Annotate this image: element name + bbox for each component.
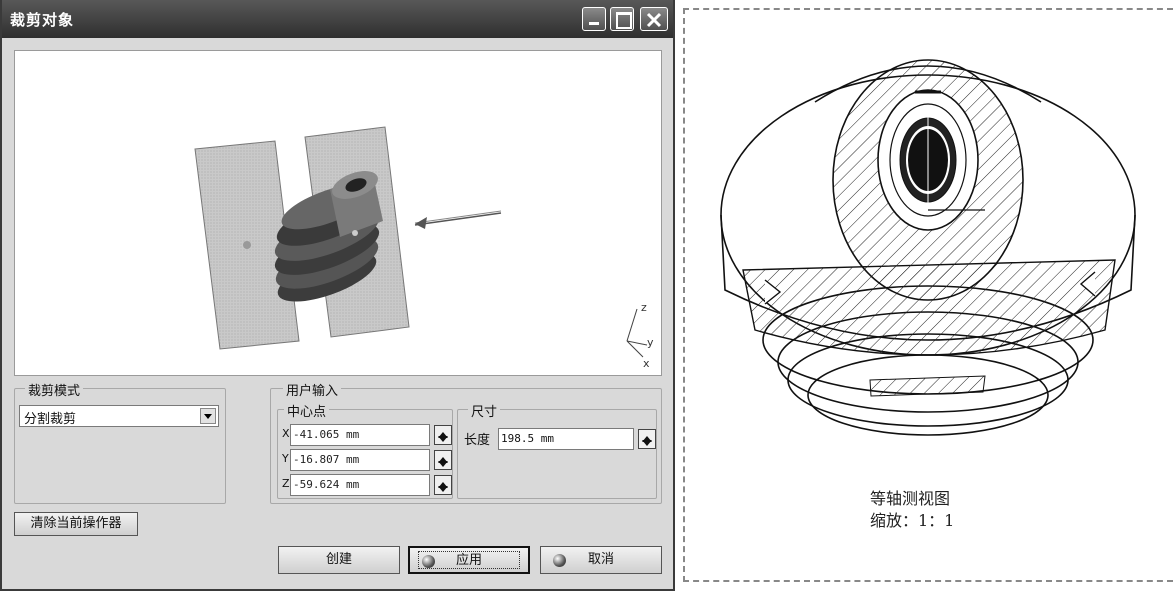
center-point-group: 中心点 X -41.065 mm Y -16.807 mm Z -59.624 … [277, 401, 454, 499]
minimize-button[interactable] [582, 7, 606, 31]
trim-object-dialog: 裁剪对象 z y x 裁剪模式 分割裁剪 用户输入 中心点 X -41.065 … [0, 0, 675, 591]
center-z-input[interactable]: -59.624 mm [290, 474, 430, 496]
cancel-button[interactable]: 取消 [540, 546, 662, 574]
close-button[interactable] [640, 7, 668, 31]
dialog-title: 裁剪对象 [10, 11, 75, 29]
center-z-row: Z -59.624 mm [282, 474, 454, 496]
cancel-button-label: 取消 [587, 552, 614, 567]
chevron-down-icon[interactable] [200, 408, 216, 424]
length-spinner[interactable] [638, 429, 656, 449]
maximize-button[interactable] [610, 7, 634, 31]
apply-button-label: 应用 [455, 553, 482, 568]
size-group: 尺寸 长度 198.5 mm [457, 401, 657, 499]
size-label: 尺寸 [468, 401, 501, 420]
create-button[interactable]: 创建 [278, 546, 400, 574]
cancel-ball-icon [553, 554, 566, 567]
axis-x-label: x [643, 357, 650, 370]
trim-mode-select[interactable]: 分割裁剪 [19, 405, 219, 427]
drawing-sheet: 等轴测视图 缩放：1：1 [683, 8, 1173, 582]
length-input[interactable]: 198.5 mm [498, 428, 634, 450]
title-bar[interactable]: 裁剪对象 [2, 0, 673, 38]
clear-current-manipulator-button[interactable]: 清除当前操作器 [14, 512, 138, 536]
center-y-input[interactable]: -16.807 mm [290, 449, 430, 471]
trim-mode-value: 分割裁剪 [24, 412, 77, 427]
user-input-label: 用户输入 [283, 380, 342, 399]
cut-direction-arrow[interactable] [414, 210, 502, 229]
center-z-spinner[interactable] [434, 475, 452, 495]
center-point-label: 中心点 [284, 401, 330, 420]
apply-ball-icon [422, 555, 435, 568]
view-scale: 缩放：1：1 [870, 511, 955, 530]
isometric-section-view [720, 59, 1136, 436]
center-x-row: X -41.065 mm [282, 424, 454, 446]
length-label: 长度 [464, 433, 491, 448]
close-icon [646, 12, 662, 28]
user-input-group: 用户输入 中心点 X -41.065 mm Y -16.807 mm Z -59… [270, 380, 662, 504]
view-caption: 等轴测视图 缩放：1：1 [870, 488, 954, 532]
center-x-spinner[interactable] [434, 425, 452, 445]
axis-y-label: y [647, 336, 654, 349]
axis-x-tag: X [282, 427, 290, 440]
center-x-input[interactable]: -41.065 mm [290, 424, 430, 446]
axis-triad: z y x [626, 301, 654, 370]
view-name: 等轴测视图 [870, 489, 951, 508]
trim-mode-label: 裁剪模式 [25, 380, 84, 399]
axis-z-label: z [641, 301, 647, 314]
apply-button[interactable]: 应用 [408, 546, 530, 574]
create-button-label: 创建 [325, 552, 352, 567]
center-y-spinner[interactable] [434, 450, 452, 470]
plane-handle[interactable] [243, 241, 251, 249]
3d-viewport[interactable]: z y x [14, 50, 662, 376]
trim-mode-group: 裁剪模式 分割裁剪 [14, 380, 226, 504]
center-y-row: Y -16.807 mm [282, 449, 454, 471]
axis-y-tag: Y [282, 452, 289, 465]
viewport-scene: z y x [194, 126, 654, 370]
axis-z-tag: Z [282, 477, 290, 490]
